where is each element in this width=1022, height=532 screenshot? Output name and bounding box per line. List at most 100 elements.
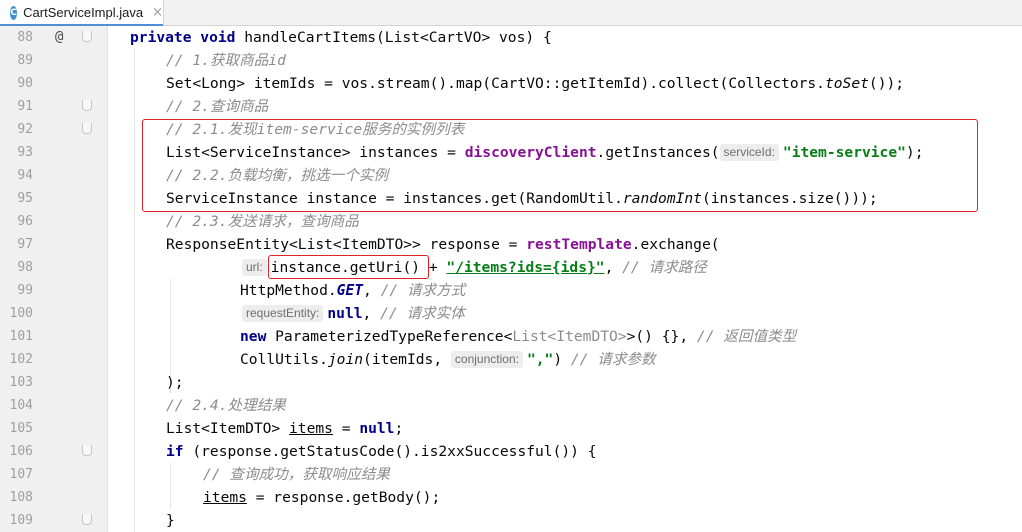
line-number: 89 [17,53,33,68]
code-comment: // 2.查询商品 [166,98,269,115]
code-line: 104 // 2.4.处理结果 [0,394,1022,417]
line-number: 103 [9,375,33,390]
code-token: ) [553,351,571,368]
code-token: HttpMethod. [240,282,337,299]
close-icon[interactable]: × [152,5,163,20]
code-token: , [363,282,381,299]
line-number: 91 [17,99,33,114]
code-comment: // 2.4.处理结果 [166,397,286,414]
code-token: .exchange( [631,236,720,253]
line-number: 102 [9,352,33,367]
code-token: ; [394,420,404,437]
code-keyword: new [240,328,267,345]
java-class-icon: C [10,5,18,20]
line-number: 96 [17,214,33,229]
code-token: join [327,351,364,368]
override-gutter-icon[interactable]: @ [55,29,63,45]
code-keyword: null [359,420,395,437]
code-line: 102 CollUtils.join(itemIds, conjunction:… [0,348,1022,371]
code-token: ResponseEntity<List<ItemDTO>> response = [166,236,527,253]
code-line: 108 items = response.getBody(); [0,486,1022,509]
code-line: 105 List<ItemDTO> items = null; [0,417,1022,440]
code-keyword: null [327,305,363,322]
code-token: handleCartItems(List<CartVO> vos) { [235,29,552,46]
line-number: 101 [9,329,33,344]
code-token: Set<Long> itemIds = vos.stream().map(Car… [166,75,825,92]
fold-icon[interactable] [82,31,92,42]
line-number: 95 [17,191,33,206]
code-comment: // 查询成功，获取响应结果 [203,466,390,483]
highlight-box [268,255,429,279]
fold-icon[interactable] [82,100,92,111]
code-variable: items [289,420,333,437]
code-line: 97 ResponseEntity<List<ItemDTO>> respons… [0,233,1022,256]
code-variable: items [203,489,247,506]
code-editor[interactable]: 88 @ private void handleCartItems(List<C… [0,26,1022,532]
code-token: (itemIds, [363,351,451,368]
line-number: 92 [17,122,33,137]
code-token: List<ItemDTO> [512,328,627,345]
code-line: 106 if (response.getStatusCode().is2xxSu… [0,440,1022,463]
code-token: toSet [824,75,869,92]
line-number: 107 [9,467,33,482]
code-token: ParameterizedTypeReference< [266,328,513,345]
parameter-hint: url: [242,259,267,276]
code-comment: // 请求实体 [380,305,465,322]
code-string: "," [526,351,554,368]
parameter-hint: conjunction: [450,351,523,368]
line-number: 99 [17,283,33,298]
code-token: GET [336,282,364,299]
line-number: 108 [9,490,33,505]
code-line: 103 ); [0,371,1022,394]
line-number: 98 [17,260,33,275]
code-line: 101 new ParameterizedTypeReference<List<… [0,325,1022,348]
code-line: 90 Set<Long> itemIds = vos.stream().map(… [0,72,1022,95]
code-token: } [166,512,175,529]
tab-filename: CartServiceImpl.java [23,5,144,20]
line-number: 88 [17,30,33,45]
code-line: 100 requestEntity: null, // 请求实体 [0,302,1022,325]
line-number: 106 [9,444,33,459]
code-line: 91 // 2.查询商品 [0,95,1022,118]
line-number: 105 [9,421,33,436]
editor-tab-bar: C CartServiceImpl.java × [0,0,1022,26]
code-token: CollUtils. [240,351,328,368]
line-number: 100 [9,306,33,321]
code-comment: // 返回值类型 [696,328,797,345]
code-line: 99 HttpMethod.GET, // 请求方式 [0,279,1022,302]
fold-icon[interactable] [82,514,92,525]
code-token: ()); [868,75,905,92]
code-keyword: if [166,443,184,460]
code-line: 89 // 1.获取商品id [0,49,1022,72]
code-token: List<ItemDTO> [166,420,290,437]
code-comment: // 2.3.发送请求，查询商品 [166,213,359,230]
code-field: restTemplate [526,236,632,253]
line-number: 97 [17,237,33,252]
code-token: = [332,420,360,437]
code-comment: // 请求参数 [570,351,656,368]
fold-icon[interactable] [82,123,92,134]
parameter-hint: requestEntity: [242,305,324,322]
line-number: 93 [17,145,33,160]
line-number: 109 [9,513,33,528]
code-string: "/items?ids={ids}" [446,259,605,276]
code-line: 88 @ private void handleCartItems(List<C… [0,26,1022,49]
code-token: , [604,259,623,276]
code-token: = response.getBody(); [246,489,441,506]
code-token: ); [166,374,184,391]
code-line: 107 // 查询成功，获取响应结果 [0,463,1022,486]
code-line: 109 } [0,509,1022,532]
code-token: (response.getStatusCode().is2xxSuccessfu… [183,443,597,460]
line-number: 90 [17,76,33,91]
code-comment: // 请求路径 [622,259,707,276]
line-number: 94 [17,168,33,183]
code-comment: // 1.获取商品id [166,52,286,69]
fold-icon[interactable] [82,445,92,456]
code-comment: // 请求方式 [380,282,466,299]
highlight-box [142,119,978,212]
editor-tab[interactable]: C CartServiceImpl.java × [0,0,164,26]
code-token: private void [130,29,236,46]
line-number: 104 [9,398,33,413]
code-line: 96 // 2.3.发送请求，查询商品 [0,210,1022,233]
code-token: >() {}, [626,328,697,345]
